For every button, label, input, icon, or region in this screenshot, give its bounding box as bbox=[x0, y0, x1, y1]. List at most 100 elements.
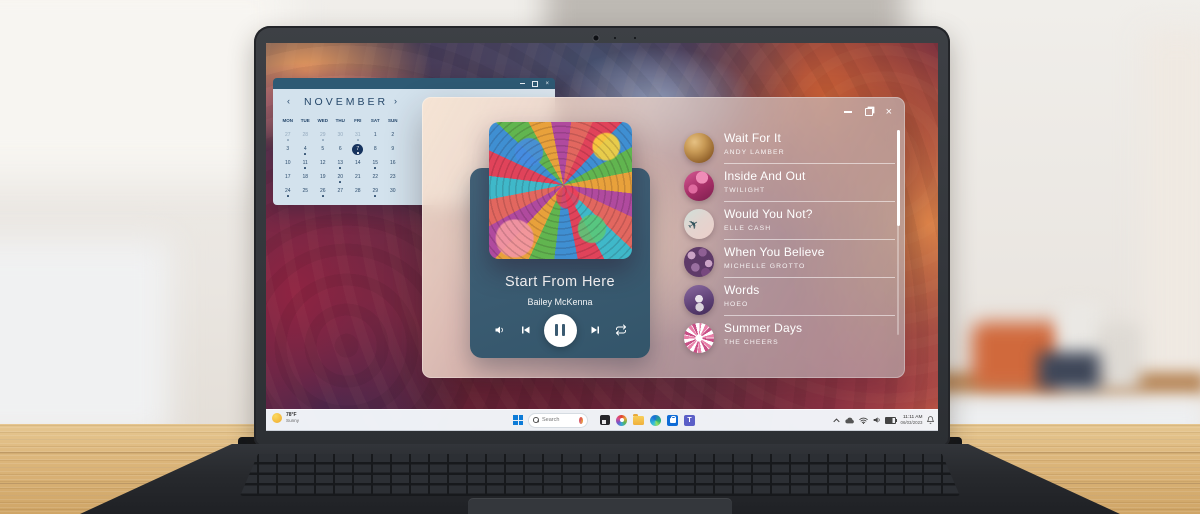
sun-icon bbox=[272, 413, 282, 423]
wifi-icon[interactable] bbox=[859, 417, 868, 424]
notification-bell-icon[interactable] bbox=[927, 416, 934, 424]
calendar-day[interactable]: 17 bbox=[279, 170, 297, 184]
photos-icon[interactable] bbox=[616, 415, 627, 426]
calendar-day[interactable]: 19 bbox=[314, 170, 332, 184]
now-playing-artist: Bailey McKenna bbox=[470, 297, 650, 307]
calendar-day[interactable]: 15 bbox=[367, 156, 385, 170]
background-counter-blur bbox=[0, 240, 170, 440]
calendar-day[interactable]: 1 bbox=[367, 128, 385, 142]
calendar-day[interactable]: 18 bbox=[297, 170, 315, 184]
calendar-day[interactable]: 6 bbox=[332, 142, 350, 156]
track-artist: MICHELLE GROTTO bbox=[724, 263, 805, 270]
tray-date: 06/03/2023 bbox=[901, 420, 923, 425]
player-controls bbox=[470, 312, 650, 348]
playlist-row[interactable]: Would You Not? ELLE CASH bbox=[684, 206, 898, 242]
calendar-day[interactable]: 30 bbox=[332, 128, 350, 142]
calendar-day[interactable]: 28 bbox=[349, 184, 367, 198]
track-artist: ANDY LAMBER bbox=[724, 149, 785, 156]
track-artist: THE CHEERS bbox=[724, 339, 779, 346]
calendar-day[interactable]: 30 bbox=[384, 184, 402, 198]
keyboard[interactable] bbox=[240, 454, 960, 496]
calendar-day[interactable]: 10 bbox=[279, 156, 297, 170]
playlist-scrollbar-thumb[interactable] bbox=[897, 130, 900, 226]
playlist-row[interactable]: When You Believe MICHELLE GROTTO bbox=[684, 244, 898, 280]
calendar-day[interactable]: 27 bbox=[279, 128, 297, 142]
calendar-day[interactable]: 29 bbox=[314, 128, 332, 142]
edge-browser-icon[interactable] bbox=[650, 415, 661, 426]
battery-icon[interactable] bbox=[885, 417, 896, 424]
chevron-up-icon[interactable] bbox=[833, 418, 840, 423]
scene: × ‹ NOVEMBER › MON TUE WED THU FRI SAT S… bbox=[0, 0, 1200, 514]
close-icon[interactable]: × bbox=[545, 81, 549, 87]
calendar-day[interactable]: 27 bbox=[332, 184, 350, 198]
calendar-day[interactable]: 29 bbox=[367, 184, 385, 198]
taskbar: 78°F Sunny T bbox=[266, 409, 938, 431]
microsoft-store-icon[interactable] bbox=[667, 415, 678, 426]
track-title: Words bbox=[724, 283, 759, 297]
calendar-day[interactable]: 25 bbox=[297, 184, 315, 198]
teams-icon[interactable]: T bbox=[684, 415, 695, 426]
taskbar-weather-widget[interactable]: 78°F Sunny bbox=[272, 412, 299, 423]
calendar-day[interactable]: 12 bbox=[314, 156, 332, 170]
volume-icon[interactable] bbox=[494, 324, 506, 336]
calendar-day[interactable]: 13 bbox=[332, 156, 350, 170]
playlist-row[interactable]: Summer Days THE CHEERS bbox=[684, 320, 898, 356]
track-thumbnail bbox=[684, 247, 714, 277]
volume-tray-icon[interactable] bbox=[873, 416, 881, 424]
minimize-icon[interactable] bbox=[520, 83, 525, 84]
playlist-row[interactable]: Inside And Out TWILIGHT bbox=[684, 168, 898, 204]
calendar-day[interactable]: 3 bbox=[279, 142, 297, 156]
next-track-icon[interactable] bbox=[590, 324, 602, 336]
calendar-day[interactable]: 23 bbox=[384, 170, 402, 184]
taskbar-clock[interactable]: 11:11 AM 06/03/2023 bbox=[901, 415, 923, 426]
track-title: When You Believe bbox=[724, 245, 825, 259]
album-art bbox=[489, 122, 632, 259]
calendar-day[interactable]: 16 bbox=[384, 156, 402, 170]
taskbar-search[interactable] bbox=[528, 413, 588, 428]
calendar-day[interactable]: 14 bbox=[349, 156, 367, 170]
laptop-base bbox=[80, 444, 1120, 514]
calendar-day[interactable]: 31 bbox=[349, 128, 367, 142]
day-header: SAT bbox=[367, 118, 385, 123]
calendar-day[interactable]: 7 bbox=[349, 142, 367, 156]
microphone-dot bbox=[634, 37, 636, 39]
calendar-next-button[interactable]: › bbox=[394, 96, 397, 106]
previous-track-icon[interactable] bbox=[519, 324, 531, 336]
day-header: SUN bbox=[384, 118, 402, 123]
calendar-day[interactable]: 24 bbox=[279, 184, 297, 198]
day-header: WED bbox=[314, 118, 332, 123]
calendar-day[interactable]: 26 bbox=[314, 184, 332, 198]
playlist-separator bbox=[724, 277, 895, 278]
search-input[interactable] bbox=[542, 417, 576, 423]
onedrive-icon[interactable] bbox=[845, 417, 855, 424]
playlist-row[interactable]: Wait For It ANDY LAMBER bbox=[684, 130, 898, 166]
calendar-titlebar[interactable]: × bbox=[273, 78, 555, 89]
repeat-icon[interactable] bbox=[615, 324, 627, 336]
calendar-day[interactable]: 20 bbox=[332, 170, 350, 184]
calendar-day[interactable]: 28 bbox=[297, 128, 315, 142]
calendar-day[interactable]: 22 bbox=[367, 170, 385, 184]
restore-icon[interactable] bbox=[532, 81, 538, 87]
track-thumbnail bbox=[684, 133, 714, 163]
calendar-day[interactable]: 9 bbox=[384, 142, 402, 156]
pause-button[interactable] bbox=[544, 314, 577, 347]
calendar-day[interactable]: 2 bbox=[384, 128, 402, 142]
calendar-day[interactable]: 11 bbox=[297, 156, 315, 170]
day-header: THU bbox=[332, 118, 350, 123]
search-mini-icon bbox=[579, 417, 583, 424]
start-button[interactable] bbox=[513, 415, 523, 425]
touchpad[interactable] bbox=[468, 498, 732, 514]
calendar-day[interactable]: 5 bbox=[314, 142, 332, 156]
playlist-row[interactable]: Words HOEO bbox=[684, 282, 898, 318]
file-explorer-icon[interactable] bbox=[633, 416, 644, 425]
album-art-doodle-lines bbox=[489, 122, 632, 259]
search-icon bbox=[533, 417, 539, 423]
day-header: FRI bbox=[349, 118, 367, 123]
playlist-separator bbox=[724, 315, 895, 316]
calendar-day[interactable]: 8 bbox=[367, 142, 385, 156]
calendar-prev-button[interactable]: ‹ bbox=[287, 96, 290, 106]
calendar-day[interactable]: 4 bbox=[297, 142, 315, 156]
calendar-day[interactable]: 21 bbox=[349, 170, 367, 184]
playlist-separator bbox=[724, 201, 895, 202]
app-window-icon[interactable] bbox=[600, 415, 610, 425]
